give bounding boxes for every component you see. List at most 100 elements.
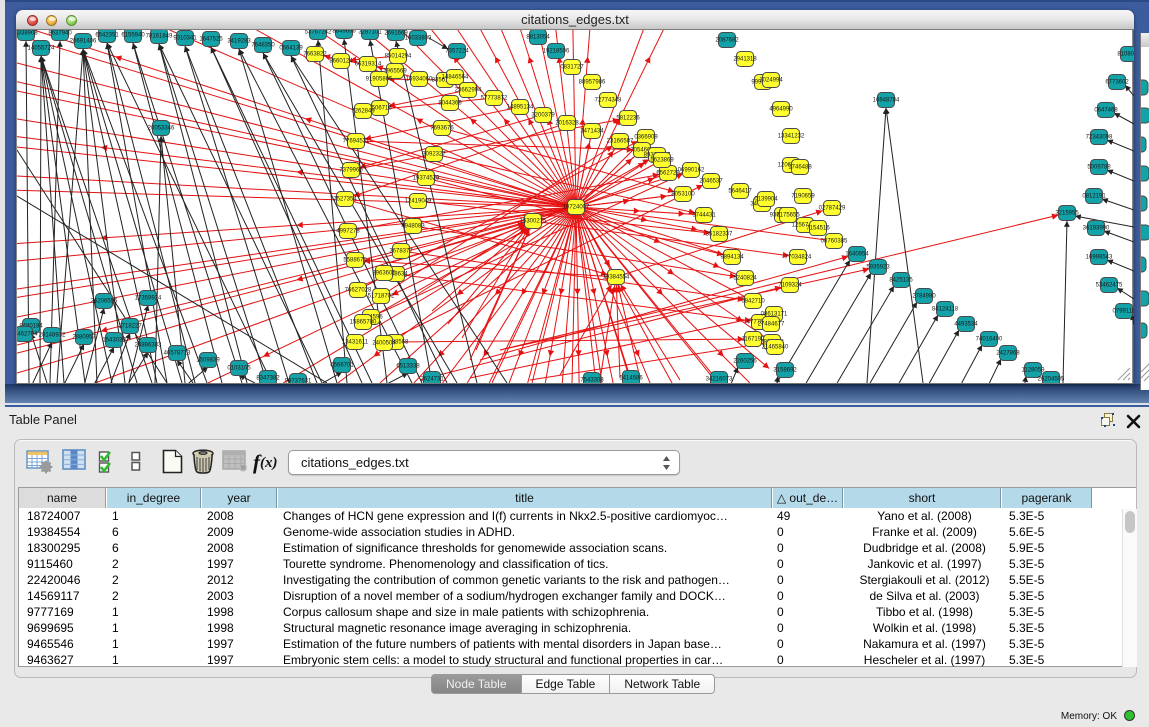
svg-text:7190659: 7190659 xyxy=(791,194,815,200)
svg-text:2784980: 2784980 xyxy=(912,294,936,300)
svg-text:5414586: 5414586 xyxy=(619,376,643,382)
svg-text:3963605: 3963605 xyxy=(372,271,396,277)
svg-text:57773872: 57773872 xyxy=(481,96,508,102)
svg-text:6513338: 6513338 xyxy=(396,364,420,370)
svg-text:17359924: 17359924 xyxy=(135,296,162,302)
svg-text:3287101: 3287101 xyxy=(358,30,382,36)
svg-text:7543303: 7543303 xyxy=(580,378,604,384)
svg-text:72343098: 72343098 xyxy=(1086,135,1113,141)
svg-text:5623869: 5623869 xyxy=(650,158,674,164)
svg-text:7357224: 7357224 xyxy=(445,49,469,55)
svg-text:24896383: 24896383 xyxy=(135,343,162,349)
svg-text:3678377: 3678377 xyxy=(389,249,413,255)
svg-text:28148932: 28148932 xyxy=(39,333,66,339)
svg-text:9894134: 9894134 xyxy=(720,255,744,261)
svg-text:2880957: 2880957 xyxy=(72,335,96,341)
svg-text:1509839: 1509839 xyxy=(196,358,220,364)
svg-text:18724007: 18724007 xyxy=(563,205,590,211)
svg-text:20691406: 20691406 xyxy=(70,39,97,45)
svg-text:1647525: 1647525 xyxy=(199,37,223,43)
svg-text:0366909: 0366909 xyxy=(634,135,658,141)
svg-text:23662994: 23662994 xyxy=(455,88,482,94)
svg-text:0831727: 0831727 xyxy=(560,65,584,71)
svg-text:2400504: 2400504 xyxy=(372,341,396,347)
svg-text:3092327: 3092327 xyxy=(422,152,446,158)
svg-text:8425135: 8425135 xyxy=(889,278,913,284)
svg-text:53767242: 53767242 xyxy=(305,30,332,36)
svg-text:99737631: 99737631 xyxy=(285,379,312,384)
svg-text:19218506: 19218506 xyxy=(543,49,570,55)
svg-text:14055724: 14055724 xyxy=(28,46,55,52)
svg-text:51718702: 51718702 xyxy=(368,294,395,300)
svg-text:6773602: 6773602 xyxy=(1105,80,1129,86)
svg-text:2260256: 2260256 xyxy=(733,359,757,365)
svg-text:3471434: 3471434 xyxy=(580,129,604,135)
svg-text:0842710: 0842710 xyxy=(741,299,765,305)
svg-text:2941318: 2941318 xyxy=(733,57,757,63)
svg-text:8813054: 8813054 xyxy=(526,35,550,41)
svg-text:0647468: 0647468 xyxy=(1094,108,1118,114)
svg-text:4493534: 4493534 xyxy=(954,322,978,328)
svg-text:4948083: 4948083 xyxy=(401,224,425,230)
svg-text:16934060: 16934060 xyxy=(406,77,433,83)
svg-text:1338908: 1338908 xyxy=(17,31,38,37)
svg-text:23166587: 23166587 xyxy=(607,139,634,145)
svg-text:3200379: 3200379 xyxy=(531,113,555,119)
svg-text:7109324: 7109324 xyxy=(778,283,802,289)
svg-text:02787429: 02787429 xyxy=(819,206,846,212)
svg-text:6155940: 6155940 xyxy=(121,33,145,39)
svg-text:15300275: 15300275 xyxy=(520,219,547,225)
svg-text:19384554: 19384554 xyxy=(603,275,630,281)
svg-text:3215955: 3215955 xyxy=(1055,211,1079,217)
svg-text:8347382: 8347382 xyxy=(256,376,280,382)
svg-text:6566701: 6566701 xyxy=(330,363,354,369)
svg-text:0799118: 0799118 xyxy=(1113,309,1134,315)
svg-text:0103105: 0103105 xyxy=(227,366,251,372)
svg-text:6542351: 6542351 xyxy=(95,33,119,39)
svg-text:5588675: 5588675 xyxy=(343,258,367,264)
svg-text:7648350: 7648350 xyxy=(251,43,275,49)
svg-text:14846564: 14846564 xyxy=(442,75,469,81)
svg-text:4964990: 4964990 xyxy=(769,107,793,113)
svg-text:8637940: 8637940 xyxy=(48,31,72,37)
svg-text:4997278: 4997278 xyxy=(336,229,360,235)
svg-text:88957986: 88957986 xyxy=(579,80,606,86)
svg-text:1543039: 1543039 xyxy=(102,338,126,344)
svg-text:26206556: 26206556 xyxy=(91,299,118,305)
svg-text:20053346: 20053346 xyxy=(148,126,175,132)
svg-text:13341232: 13341232 xyxy=(778,134,805,140)
svg-text:72774348: 72774348 xyxy=(595,98,622,104)
svg-text:53462475: 53462475 xyxy=(1096,283,1123,289)
svg-text:77694531: 77694531 xyxy=(343,139,370,145)
svg-text:16033809: 16033809 xyxy=(405,36,432,42)
svg-text:5009788: 5009788 xyxy=(1087,165,1111,171)
svg-text:7693676: 7693676 xyxy=(430,126,454,132)
svg-text:1746488: 1746488 xyxy=(788,165,812,171)
svg-text:3419283: 3419283 xyxy=(227,39,251,45)
svg-text:1128059: 1128059 xyxy=(1022,368,1046,374)
svg-text:8053100: 8053100 xyxy=(671,192,695,198)
svg-text:0139904: 0139904 xyxy=(754,197,778,203)
svg-text:5744431: 5744431 xyxy=(692,213,716,219)
svg-text:34216073: 34216073 xyxy=(706,377,733,383)
svg-text:2046537: 2046537 xyxy=(699,179,723,185)
svg-text:14895134: 14895134 xyxy=(507,105,534,111)
svg-text:5935923: 5935923 xyxy=(866,265,890,271)
svg-text:91905865: 91905865 xyxy=(366,77,393,83)
svg-text:7663822: 7663822 xyxy=(303,52,327,58)
svg-text:5812236: 5812236 xyxy=(616,116,640,122)
svg-text:27484677: 27484677 xyxy=(758,322,785,328)
svg-text:85014294: 85014294 xyxy=(385,54,412,60)
svg-text:7262849: 7262849 xyxy=(351,109,375,115)
svg-text:26204505: 26204505 xyxy=(1038,377,1065,383)
svg-text:77034824: 77034824 xyxy=(785,255,812,261)
svg-text:16648784: 16648784 xyxy=(873,98,900,104)
svg-text:19374529: 19374529 xyxy=(413,176,440,182)
svg-text:8044369: 8044369 xyxy=(438,101,462,107)
svg-text:5240824: 5240824 xyxy=(733,276,757,282)
svg-text:66319314: 66319314 xyxy=(355,62,382,68)
svg-text:5646417: 5646417 xyxy=(728,189,752,195)
svg-text:0564139: 0564139 xyxy=(279,46,303,52)
svg-text:7175655: 7175655 xyxy=(776,213,800,219)
svg-text:08760385: 08760385 xyxy=(821,239,848,245)
